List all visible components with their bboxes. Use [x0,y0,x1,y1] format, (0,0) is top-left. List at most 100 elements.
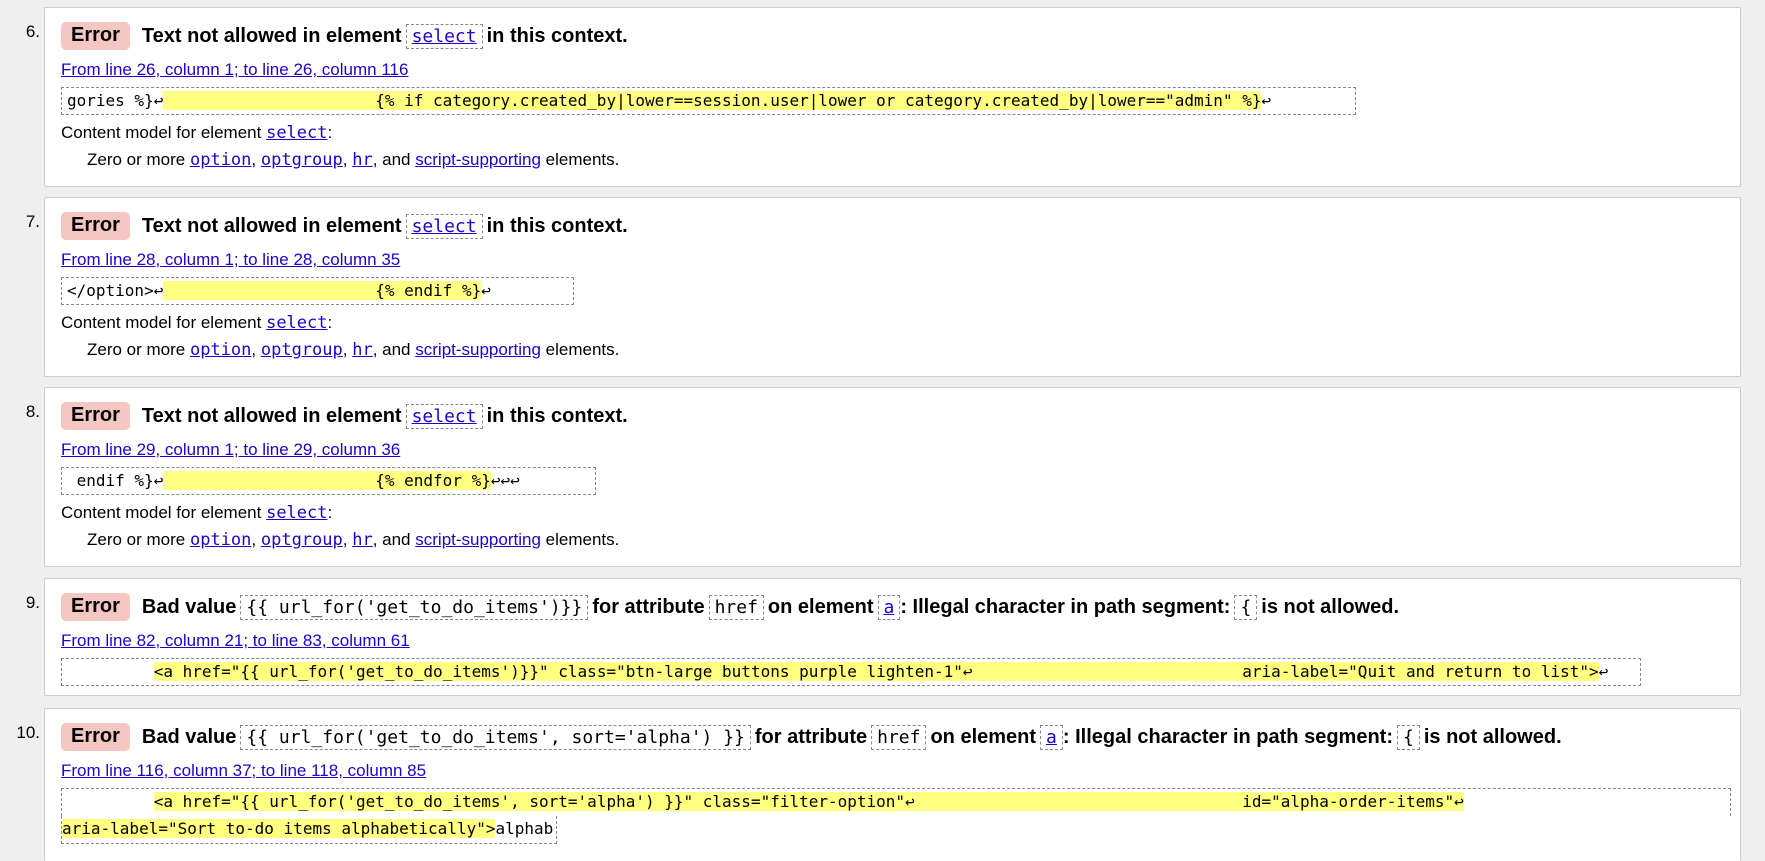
element-link[interactable]: select [412,216,477,237]
content-model-line: Content model for element select: [61,503,332,523]
and-text: and [382,150,411,169]
code-post: ↩ [1261,91,1272,110]
message-number: 9. [25,593,40,612]
element-link[interactable]: a [1046,727,1057,748]
location-link[interactable]: From line 82, column 21; to line 83, col… [61,631,410,651]
content-model-element-link[interactable]: select [266,503,327,523]
hr-link[interactable]: hr [352,340,372,360]
message-heading: Error Text not allowed in element select… [61,22,628,50]
message-suffix: in this context. [486,24,628,47]
content-model-label: Content model for element [61,313,262,332]
colon: : [327,123,333,142]
content-model-detail: Zero or more option, optgroup, hr, and s… [87,150,620,170]
message-number: 10. [16,723,40,742]
code-extract: endif %}↩ {% endfor %}↩↩↩ [61,467,596,495]
code-pre [67,662,154,681]
element-code-box: a [1040,724,1063,750]
script-supporting-link[interactable]: script-supporting [415,340,541,359]
content-model-element-link[interactable]: select [266,313,327,333]
content-model-line: Content model for element select: [61,313,332,333]
hr-link[interactable]: hr [352,150,372,170]
code-extract: <a href="{{ url_for('get_to_do_items', s… [61,788,1731,816]
error-badge: Error [61,723,130,751]
message-number: 7. [25,212,40,231]
script-supporting-link[interactable]: script-supporting [415,530,541,549]
error-badge: Error [61,212,130,240]
element-code-box: a [877,594,901,620]
hr-link[interactable]: hr [352,530,372,550]
message-heading: Error Bad value {{ url_for('get_to_do_it… [61,593,1399,621]
code-highlight: {% endif %} [163,281,482,300]
zero-more-text: Zero or more [87,150,186,169]
code-post: ↩ [481,281,491,300]
message-heading: Error Text not allowed in element select… [61,402,628,430]
error-message: Error Bad value {{ url_for('get_to_do_it… [44,578,1741,696]
content-model-line: Content model for element select: [61,123,332,143]
script-supporting-link[interactable]: script-supporting [415,150,541,169]
content-model-element-link[interactable]: select [266,123,327,143]
colon: : [327,313,333,332]
element-code-box: select [405,403,483,429]
code-pre: gories %}↩ [67,91,164,110]
message-number: 6. [25,22,40,41]
code-extract: <a href="{{ url_for('get_to_do_items')}}… [61,658,1641,686]
element-link[interactable]: a [884,597,895,618]
location-link[interactable]: From line 116, column 37; to line 118, c… [61,761,426,781]
code-pre: </option>↩ [67,281,164,300]
colon: : [327,503,333,522]
code-highlight: <a href="{{ url_for('get_to_do_items', s… [153,792,1464,811]
error-message: Error Text not allowed in element select… [44,197,1741,377]
char-code-box: { [1396,724,1420,750]
code-post: ↩↩↩ [490,471,520,490]
content-model-detail: Zero or more option, optgroup, hr, and s… [87,530,620,550]
value-code-box: {{ url_for('get_to_do_items')}} [240,594,589,620]
on-element-text: on element [930,725,1037,748]
for-attribute-text: for attribute [754,725,868,748]
and-text: and [382,530,411,549]
option-link[interactable]: option [190,340,251,360]
char-code-box: { [1234,594,1258,620]
zero-more-text: Zero or more [87,340,186,359]
message-heading: Error Text not allowed in element select… [61,212,628,240]
optgroup-link[interactable]: optgroup [261,530,343,550]
code-pre [67,792,154,811]
optgroup-link[interactable]: optgroup [261,340,343,360]
message-text: Text not allowed in element [141,214,402,237]
message-text: Text not allowed in element [141,24,402,47]
attribute-code-box: href [708,594,764,620]
bad-value-text: Bad value [141,595,237,618]
optgroup-link[interactable]: optgroup [261,150,343,170]
element-link[interactable]: select [412,406,477,427]
code-extract-continuation: aria-label="Sort to-do items alphabetica… [61,816,557,844]
element-link[interactable]: select [412,26,477,47]
code-highlight: {% endfor %} [163,471,491,490]
error-badge: Error [61,402,130,430]
elements-text: elements. [545,530,620,549]
not-allowed-text: is not allowed. [1423,725,1562,748]
location-link[interactable]: From line 28, column 1; to line 28, colu… [61,250,400,270]
error-message: Error Bad value {{ url_for('get_to_do_it… [44,708,1741,861]
content-model-label: Content model for element [61,123,262,142]
code-highlight: aria-label="Sort to-do items alphabetica… [62,819,496,838]
option-link[interactable]: option [190,530,251,550]
value-code-box: {{ url_for('get_to_do_items', sort='alph… [240,724,751,750]
error-badge: Error [61,22,130,50]
error-badge: Error [61,593,130,621]
location-link[interactable]: From line 26, column 1; to line 26, colu… [61,60,408,80]
not-allowed-text: is not allowed. [1261,595,1400,618]
message-suffix: in this context. [486,214,628,237]
code-highlight: <a href="{{ url_for('get_to_do_items')}}… [153,662,1599,681]
message-text: Text not allowed in element [141,404,402,427]
illegal-text: : Illegal character in path segment: [900,595,1231,618]
code-highlight: {% if category.created_by|lower==session… [163,91,1262,110]
message-number: 8. [25,402,40,421]
elements-text: elements. [545,340,620,359]
illegal-text: : Illegal character in path segment: [1062,725,1393,748]
location-link[interactable]: From line 29, column 1; to line 29, colu… [61,440,400,460]
attribute-code-box: href [871,724,927,750]
error-message: Error Text not allowed in element select… [44,387,1741,567]
elements-text: elements. [545,150,620,169]
zero-more-text: Zero or more [87,530,186,549]
and-text: and [382,340,411,359]
option-link[interactable]: option [190,150,251,170]
